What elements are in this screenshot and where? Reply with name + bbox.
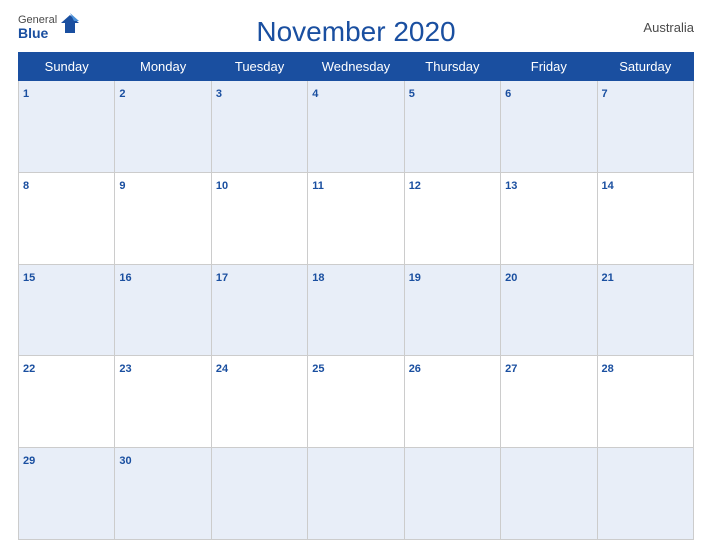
calendar-cell: 9 xyxy=(115,172,211,264)
day-number: 2 xyxy=(119,88,125,100)
calendar-header: General Blue November 2020 Australia xyxy=(18,10,694,48)
weekday-monday: Monday xyxy=(115,53,211,81)
weekday-wednesday: Wednesday xyxy=(308,53,404,81)
calendar-week-row: 1 2 3 4 5 6 7 xyxy=(19,81,694,173)
calendar-week-row: 15 16 17 18 19 20 21 xyxy=(19,264,694,356)
calendar-cell: 2 xyxy=(115,81,211,173)
calendar-cell: 10 xyxy=(211,172,307,264)
calendar-cell: 6 xyxy=(501,81,597,173)
day-number: 21 xyxy=(602,272,614,284)
calendar-cell: 12 xyxy=(404,172,500,264)
calendar-cell xyxy=(501,448,597,540)
calendar-cell: 28 xyxy=(597,356,693,448)
day-number: 29 xyxy=(23,455,35,467)
day-number: 24 xyxy=(216,363,228,375)
logo-blue-text: Blue xyxy=(18,26,57,41)
day-number: 3 xyxy=(216,88,222,100)
day-number: 15 xyxy=(23,272,35,284)
weekday-sunday: Sunday xyxy=(19,53,115,81)
day-number: 11 xyxy=(312,180,324,192)
day-number: 20 xyxy=(505,272,517,284)
day-number: 30 xyxy=(119,455,131,467)
calendar-cell: 15 xyxy=(19,264,115,356)
day-number: 28 xyxy=(602,363,614,375)
calendar-cell xyxy=(308,448,404,540)
month-title: November 2020 xyxy=(256,16,455,48)
calendar-cell: 5 xyxy=(404,81,500,173)
calendar-cell: 26 xyxy=(404,356,500,448)
day-number: 10 xyxy=(216,180,228,192)
day-number: 13 xyxy=(505,180,517,192)
day-number: 19 xyxy=(409,272,421,284)
calendar-cell: 1 xyxy=(19,81,115,173)
calendar-cell xyxy=(404,448,500,540)
day-number: 4 xyxy=(312,88,318,100)
weekday-tuesday: Tuesday xyxy=(211,53,307,81)
day-number: 22 xyxy=(23,363,35,375)
weekday-header-row: SundayMondayTuesdayWednesdayThursdayFrid… xyxy=(19,53,694,81)
calendar-cell: 24 xyxy=(211,356,307,448)
day-number: 17 xyxy=(216,272,228,284)
calendar-cell xyxy=(597,448,693,540)
day-number: 16 xyxy=(119,272,131,284)
calendar-cell: 21 xyxy=(597,264,693,356)
logo: General Blue xyxy=(18,14,79,41)
calendar-cell: 17 xyxy=(211,264,307,356)
calendar-cell: 30 xyxy=(115,448,211,540)
calendar-cell: 25 xyxy=(308,356,404,448)
calendar-cell: 4 xyxy=(308,81,404,173)
day-number: 26 xyxy=(409,363,421,375)
weekday-friday: Friday xyxy=(501,53,597,81)
logo-bird-icon xyxy=(61,13,79,40)
day-number: 27 xyxy=(505,363,517,375)
day-number: 6 xyxy=(505,88,511,100)
calendar-week-row: 29 30 xyxy=(19,448,694,540)
calendar-cell: 27 xyxy=(501,356,597,448)
calendar-cell: 23 xyxy=(115,356,211,448)
calendar-cell: 16 xyxy=(115,264,211,356)
day-number: 8 xyxy=(23,180,29,192)
day-number: 23 xyxy=(119,363,131,375)
day-number: 12 xyxy=(409,180,421,192)
day-number: 7 xyxy=(602,88,608,100)
calendar-cell: 14 xyxy=(597,172,693,264)
weekday-thursday: Thursday xyxy=(404,53,500,81)
calendar-week-row: 22 23 24 25 26 27 28 xyxy=(19,356,694,448)
day-number: 5 xyxy=(409,88,415,100)
day-number: 18 xyxy=(312,272,324,284)
day-number: 25 xyxy=(312,363,324,375)
weekday-saturday: Saturday xyxy=(597,53,693,81)
calendar-cell: 20 xyxy=(501,264,597,356)
day-number: 14 xyxy=(602,180,614,192)
calendar-week-row: 8 9 10 11 12 13 14 xyxy=(19,172,694,264)
calendar-cell: 8 xyxy=(19,172,115,264)
calendar-cell: 19 xyxy=(404,264,500,356)
calendar-cell xyxy=(211,448,307,540)
calendar-cell: 3 xyxy=(211,81,307,173)
calendar-cell: 11 xyxy=(308,172,404,264)
calendar-cell: 18 xyxy=(308,264,404,356)
calendar-cell: 29 xyxy=(19,448,115,540)
calendar-cell: 13 xyxy=(501,172,597,264)
day-number: 9 xyxy=(119,180,125,192)
calendar-cell: 7 xyxy=(597,81,693,173)
calendar-table: SundayMondayTuesdayWednesdayThursdayFrid… xyxy=(18,52,694,540)
country-label: Australia xyxy=(643,20,694,35)
calendar-cell: 22 xyxy=(19,356,115,448)
day-number: 1 xyxy=(23,88,29,100)
